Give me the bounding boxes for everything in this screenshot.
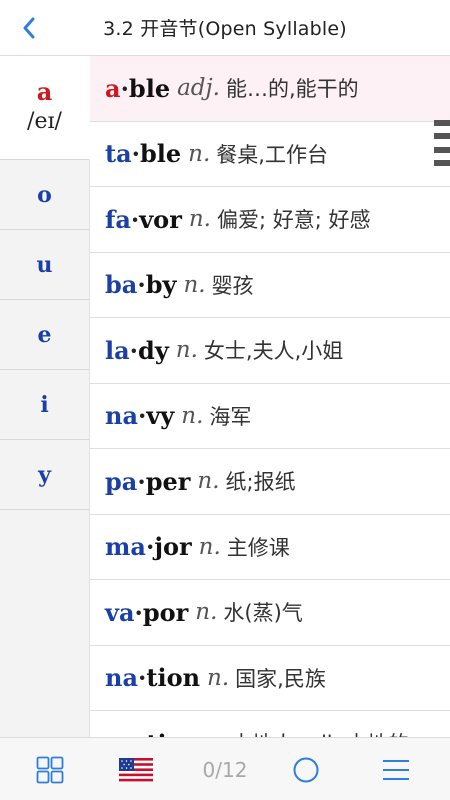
word-syllable-2: jor [154,532,192,562]
word-syllable-1: na [105,729,138,737]
word-syllable-1: a [105,73,121,103]
scroll-handle-bar [434,146,450,153]
word-row[interactable]: va · por n. 水(蒸)气 [90,580,450,646]
page-counter: 0/12 [202,757,248,782]
word-meaning: 餐桌,工作台 [216,142,328,167]
scroll-handle[interactable] [434,120,450,166]
word-syllable-2: ble [140,139,182,169]
word-meaning: 纸;报纸 [225,470,296,495]
part-of-speech: n. [195,599,218,626]
word-meaning: 婴孩 [211,273,254,298]
word-meaning: 偏爱; 好意; 好感 [216,208,371,233]
word-meaning: 本地人 adj. 本地的 [231,728,409,737]
word-row[interactable]: la · dy n. 女士,夫人,小姐 [90,318,450,384]
word-row[interactable]: pa · per n. 纸;报纸 [90,449,450,515]
word-row[interactable]: ba · by n. 婴孩 [90,253,450,318]
menu-icon [383,759,409,780]
word-syllable-2: dy [138,335,169,365]
part-of-speech: adj. [177,75,220,102]
part-of-speech: n. [197,468,220,495]
syllable-dot: · [137,270,146,300]
sidebar-item-e[interactable]: e [0,300,89,370]
sidebar-item-letter: a [36,76,53,106]
syllable-dot: · [138,663,147,693]
word-syllable-1: ma [105,532,146,562]
word-list[interactable]: a · ble adj. 能…的,能干的 ta · ble n. 餐桌,工作台 fa · vor n.… [90,56,450,737]
sidebar-item-ipa: /eɪ/ [27,108,62,134]
word-row[interactable]: ta · ble n. 餐桌,工作台 [90,122,450,187]
sidebar-item-o[interactable]: o [0,160,89,230]
vowel-sidebar: a /eɪ/ o u e i y [0,56,90,737]
part-of-speech: n. [181,402,204,429]
grid-button[interactable] [30,738,70,800]
word-syllable-2: vor [139,204,182,234]
word-syllable-2: by [145,270,177,300]
sidebar-item-letter: y [38,461,51,488]
app-header: 3.2 开音节(Open Syllable) [0,0,450,56]
part-of-speech: n. [207,664,230,691]
bottom-toolbar: 0/12 [0,737,450,800]
word-row[interactable]: a · ble adj. 能…的,能干的 [90,56,450,122]
sidebar-item-letter: e [37,321,52,348]
word-row[interactable]: fa · vor n. 偏爱; 好意; 好感 [90,187,450,253]
word-meaning: 能…的,能干的 [225,77,359,102]
syllable-dot: · [131,139,140,169]
sidebar-item-letter: o [37,181,52,208]
record-button[interactable] [286,738,326,800]
word-syllable-2: per [145,466,191,496]
syllable-dot: · [138,729,146,737]
syllable-dot: · [120,73,129,103]
sidebar-item-i[interactable]: i [0,370,89,440]
word-row[interactable]: na·tive n. 本地人 adj. 本地的 [90,711,450,737]
chevron-left-icon [23,17,35,39]
word-syllable-1: fa [105,204,131,234]
us-flag-icon [119,757,153,782]
part-of-speech: n. [203,730,225,737]
syllable-dot: · [137,466,146,496]
scroll-handle-bar [434,133,450,140]
sidebar-item-letter: i [40,391,49,418]
word-syllable-1: pa [105,466,138,496]
back-button[interactable] [14,12,44,44]
syllable-dot: · [134,597,143,627]
word-syllable-1: na [105,663,138,693]
word-meaning: 水(蒸)气 [223,601,303,626]
menu-button[interactable] [376,738,416,800]
part-of-speech: n. [188,206,211,233]
syllable-dot: · [129,335,139,365]
word-row[interactable]: na · vy n. 海军 [90,384,450,449]
part-of-speech: n. [198,533,221,560]
word-syllable-2: tion [146,663,201,693]
word-syllable-1: ta [105,139,132,169]
word-row[interactable]: ma · jor n. 主修课 [90,515,450,580]
word-syllable-2: por [142,597,189,627]
sidebar-item-y[interactable]: y [0,440,89,510]
word-syllable-1: na [105,401,138,431]
word-syllable-2: tive [146,729,195,737]
grid-icon [36,756,64,783]
page-title: 3.2 开音节(Open Syllable) [103,18,347,40]
accent-toggle-button[interactable] [114,738,158,800]
part-of-speech: n. [183,271,206,298]
word-syllable-2: vy [146,401,175,431]
part-of-speech: n. [175,337,198,364]
sidebar-item-a[interactable]: a /eɪ/ [0,56,90,160]
word-row[interactable]: na · tion n. 国家,民族 [90,646,450,711]
syllable-dot: · [130,204,140,234]
word-meaning: 国家,民族 [235,666,326,691]
word-meaning: 海军 [209,404,252,429]
word-meaning: 女士,夫人,小姐 [203,339,344,364]
scroll-handle-bar [434,120,450,126]
word-syllable-1: va [105,597,135,627]
word-syllable-2: ble [128,73,171,103]
word-syllable-1: ba [105,270,138,300]
scroll-handle-bar [434,159,450,166]
circle-icon [293,757,319,782]
sidebar-item-u[interactable]: u [0,230,89,300]
word-syllable-1: la [105,335,130,365]
part-of-speech: n. [188,140,211,167]
word-meaning: 主修课 [226,535,290,560]
sidebar-item-letter: u [36,251,53,278]
